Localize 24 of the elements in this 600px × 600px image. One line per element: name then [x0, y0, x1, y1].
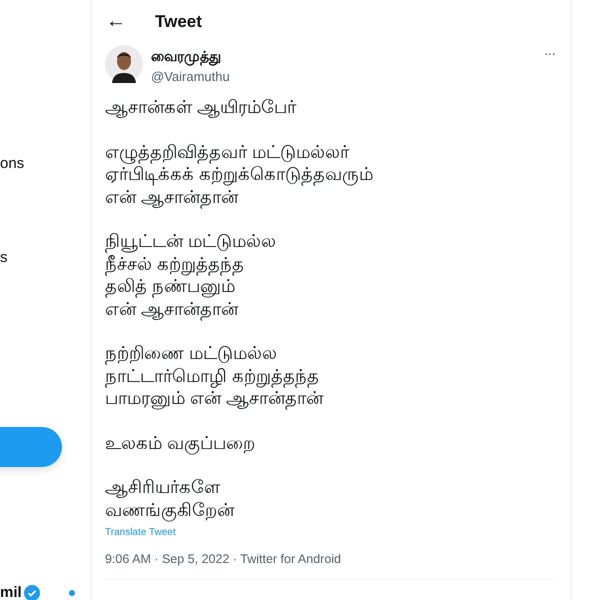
- more-button[interactable]: ···: [544, 45, 555, 61]
- tweet-text-line: உலகம் வகுப்பறை: [105, 432, 256, 454]
- page-title: Tweet: [155, 12, 202, 32]
- tweet-text-line: ஏர்பிடிக்கக் கற்றுக்கொடுத்தவரும்: [105, 164, 374, 186]
- back-button[interactable]: ←: [105, 10, 127, 33]
- tweet-text-line: நற்றிணை மட்டுமல்ல: [105, 342, 278, 364]
- avatar: [105, 45, 143, 83]
- tweet-text-line: நீச்சல் கற்றுத்தந்த: [105, 252, 244, 275]
- tweet-timestamp: 9:06 AM · Sep 5, 2022 · Twitter for Android: [105, 552, 555, 580]
- tweet-text-line: என் ஆசான்தான்: [105, 298, 238, 320]
- author-name[interactable]: வைரமுத்து: [151, 48, 230, 66]
- nav-item-label[interactable]: s: [0, 249, 8, 266]
- tweet-text-line: தலித் நண்பனும்: [105, 276, 236, 298]
- tweet-text-line: ஆசான்கள் ஆயிரம்பேர்: [105, 96, 296, 118]
- tweet-text-line: நாட்டார்மொழி கற்றுத்தந்த: [105, 364, 320, 387]
- tweet-text-line: வணங்குகிறேன்: [105, 498, 234, 521]
- author-handle[interactable]: @Vairamuthu: [151, 69, 230, 84]
- tweet-text-line: பாமரனும் என் ஆசான்தான்: [105, 388, 324, 410]
- tweet-text-line: என் ஆசான்தான்: [105, 186, 238, 208]
- tweet-text-line: நியூட்டன் மட்டுமல்ல: [105, 230, 276, 252]
- tweet-text-line: எழுத்தறிவித்தவர் மட்டுமல்லர்: [105, 140, 350, 163]
- tweet-text-line: ஆசிரியர்களே: [105, 476, 220, 498]
- account-name: mil: [0, 584, 22, 600]
- nav-item-label[interactable]: ons: [0, 155, 24, 172]
